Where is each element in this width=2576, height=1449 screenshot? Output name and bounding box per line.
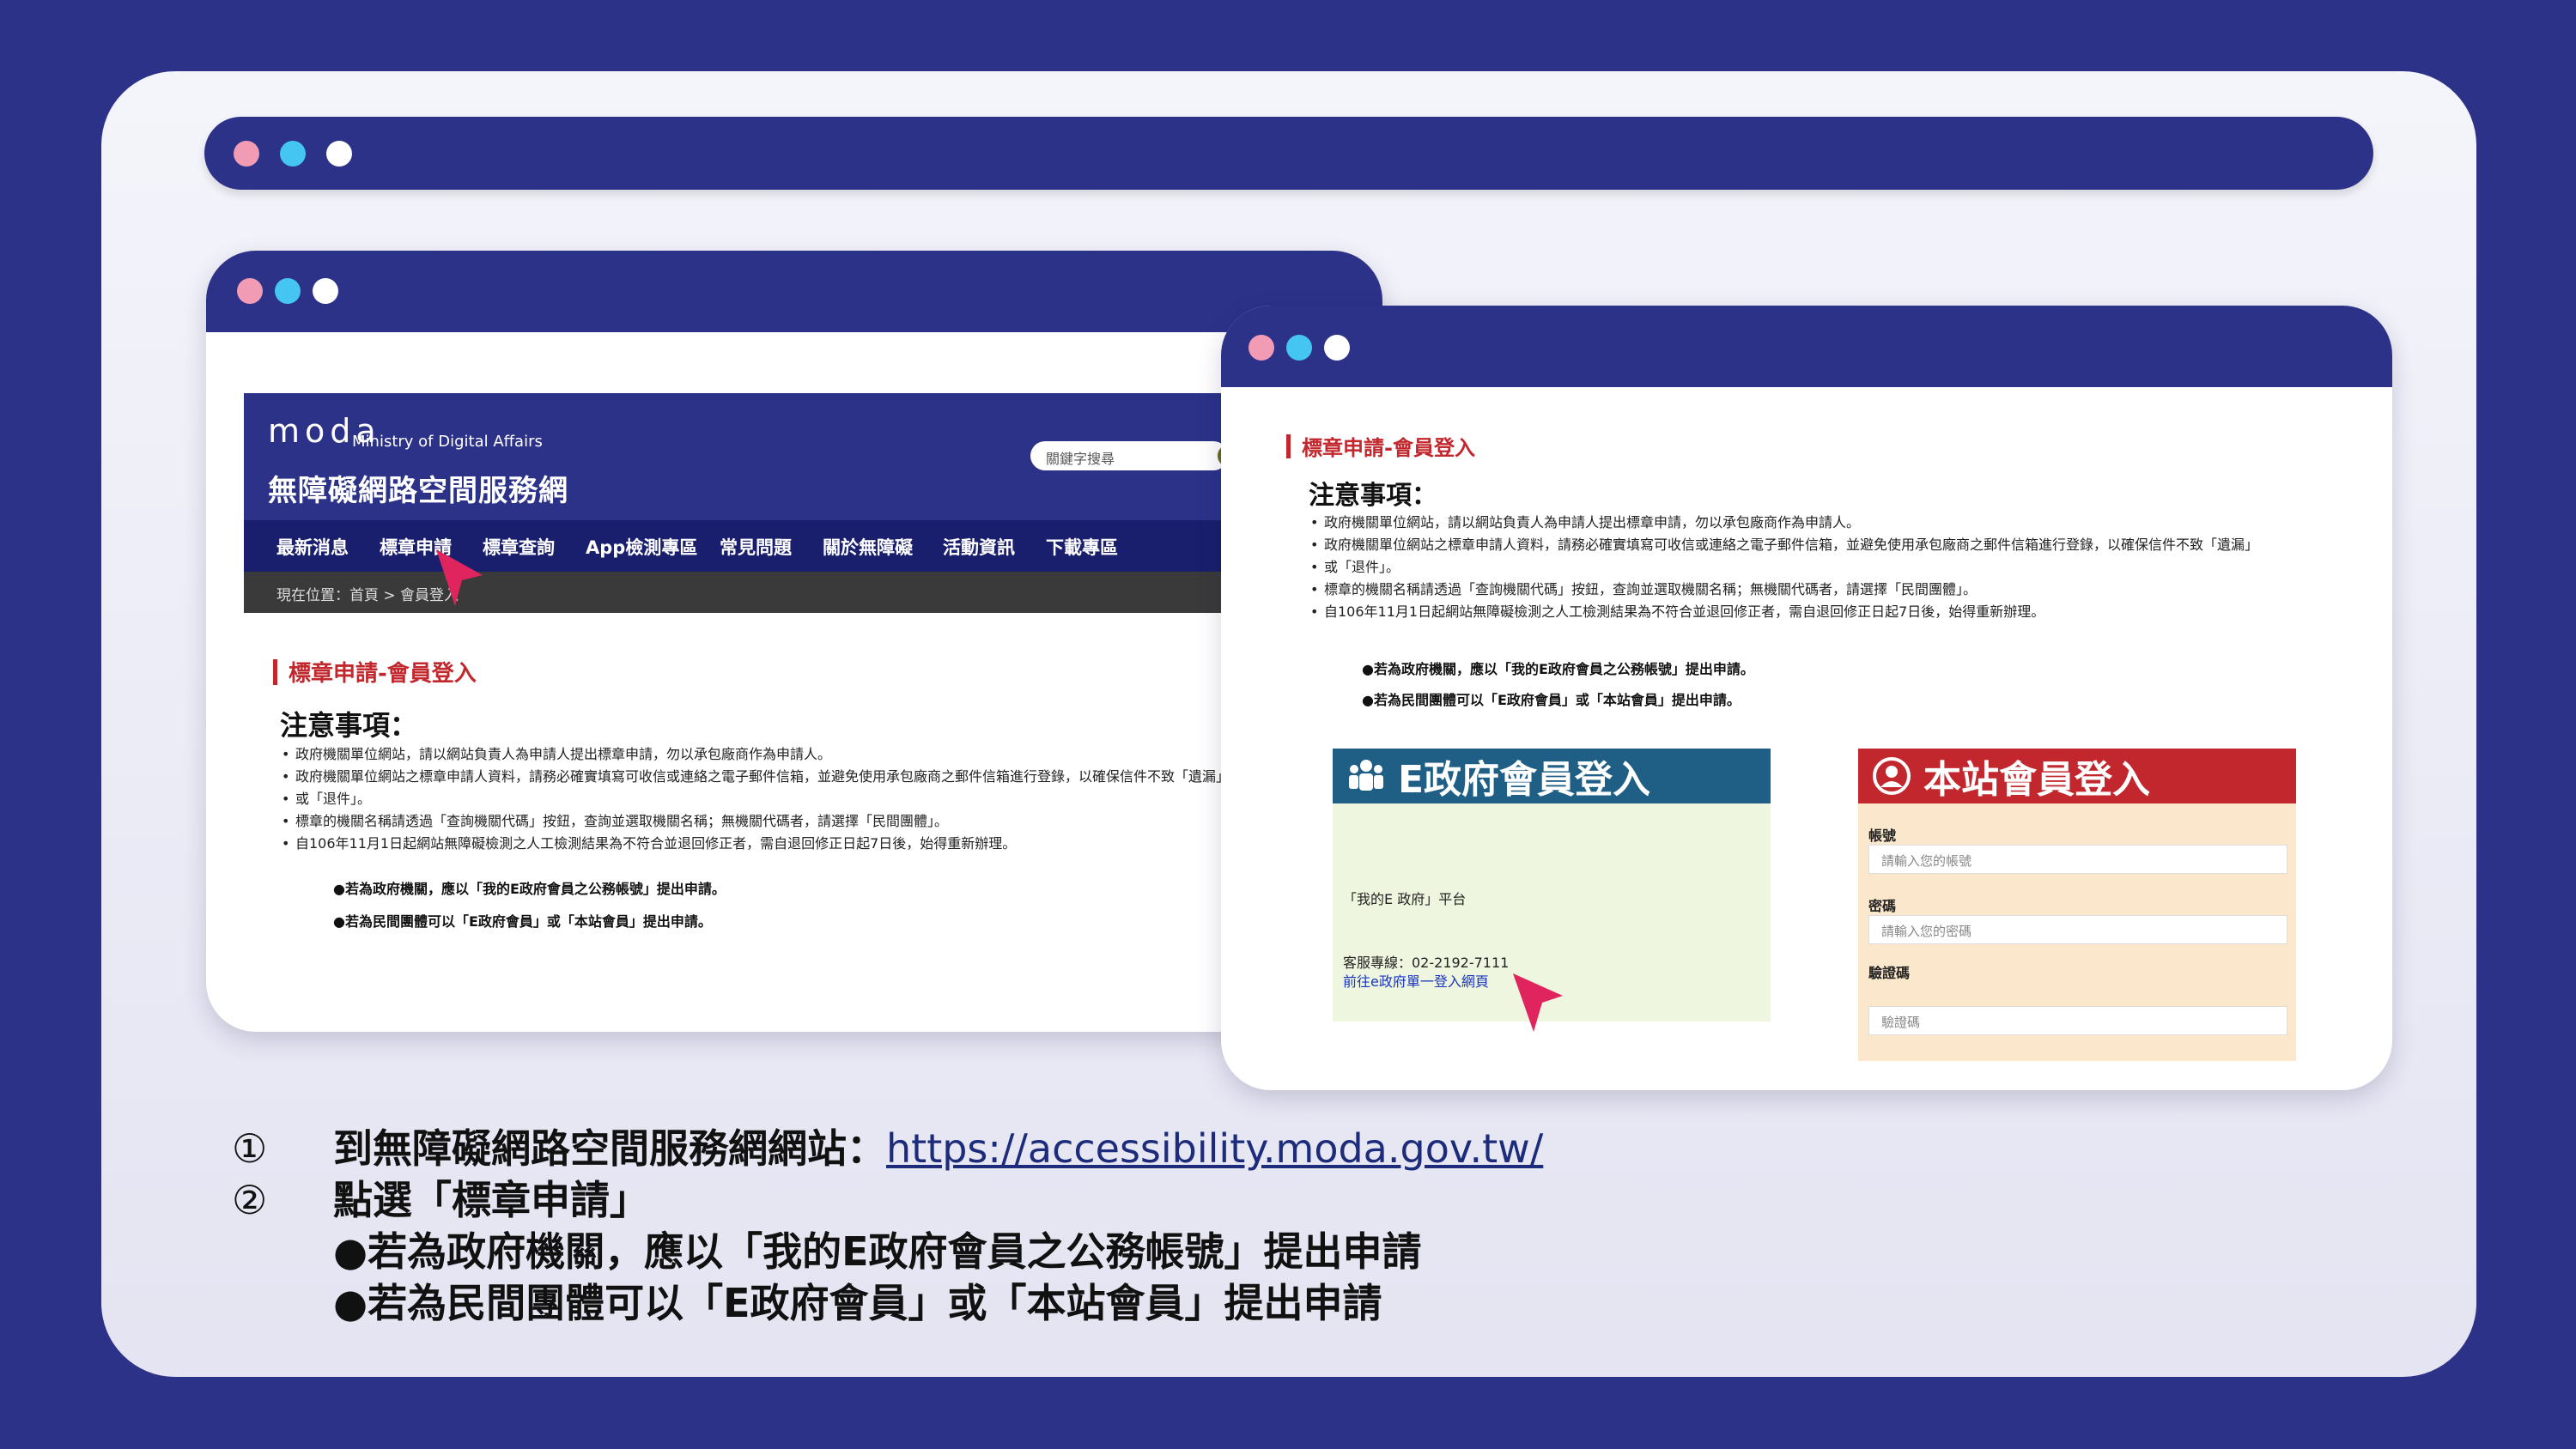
search-input[interactable]: 關鍵字搜尋: [1030, 441, 1228, 470]
window-titlebar: [1221, 306, 2392, 387]
gov-hotline: 客服專線：02-2192-7111: [1343, 955, 1510, 971]
list-item: 自106年11月1日起網站無障礙檢測之人工檢測結果為不符合並退回修正者，需自退回…: [282, 833, 1261, 855]
cursor-arrow-icon: [436, 549, 483, 606]
step1-label: 到無障礙網路空間服務網網站：: [333, 1125, 886, 1172]
gov-login-title: E政府會員登入: [1398, 758, 1651, 802]
site-title[interactable]: 無障礙網路空間服務網: [268, 467, 568, 509]
note-private: ●若為民間團體可以「E政府會員」或「本站會員」提出申請。: [333, 913, 712, 930]
site-login-panel: 本站會員登入 帳號 請輸入您的帳號 密碼 請輸入您的密碼 驗證碼 驗證碼: [1858, 749, 2296, 1061]
site-url-link[interactable]: https://accessibility.moda.gov.tw/: [886, 1125, 1543, 1172]
window-dot-pink: [237, 278, 263, 304]
window-dot-white: [313, 278, 338, 304]
window-dot-cyan: [1286, 335, 1312, 361]
notice-list: 政府機關單位網站，請以網站負責人為申請人提出標章申請，勿以承包廠商作為申請人。 …: [1310, 512, 2306, 623]
step-text: 點選「標章申請」: [333, 1177, 649, 1223]
site-header: moda Ministry of Digital Affairs 無障礙網路空間…: [244, 393, 1382, 520]
account-input[interactable]: 請輸入您的帳號: [1868, 845, 2287, 874]
site-login-header: 本站會員登入: [1858, 749, 2296, 803]
password-input[interactable]: 請輸入您的密碼: [1868, 915, 2287, 944]
nav-item-faq[interactable]: 常見問題: [720, 534, 792, 560]
nav-item-download[interactable]: 下載專區: [1046, 534, 1118, 560]
browser-window-home: moda Ministry of Digital Affairs 無障礙網路空間…: [206, 251, 1382, 1032]
notice-heading: 注意事項：: [1309, 481, 1437, 511]
gov-login-header: E政府會員登入: [1333, 749, 1771, 803]
nav-item-events[interactable]: 活動資訊: [943, 534, 1015, 560]
step-text: ●若為民間團體可以「E政府會員」或「本站會員」提出申請: [333, 1280, 1382, 1326]
list-item: 自106年11月1日起網站無障礙檢測之人工檢測結果為不符合並退回修正者，需自退回…: [1310, 601, 2306, 623]
note-gov: ●若為政府機關，應以「我的E政府會員之公務帳號」提出申請。: [333, 881, 726, 897]
captcha-label: 驗證碼: [1868, 965, 1911, 981]
section-title: 標章申請-會員登入: [273, 656, 477, 688]
nav-item-news[interactable]: 最新消息: [276, 534, 349, 560]
gov-login-link[interactable]: 前往e政府單一登入網頁: [1343, 970, 1489, 991]
nav-item-query[interactable]: 標章查詢: [483, 534, 555, 560]
list-item: 政府機關單位網站，請以網站負責人為申請人提出標章申請，勿以承包廠商作為申請人。: [282, 743, 1261, 766]
notice-list: 政府機關單位網站，請以網站負責人為申請人提出標章申請，勿以承包廠商作為申請人。 …: [282, 743, 1261, 855]
ministry-name: Ministry of Digital Affairs: [352, 433, 543, 451]
step-text: 到無障礙網路空間服務網網站：https://accessibility.moda…: [333, 1123, 1543, 1174]
people-icon: [1349, 760, 1383, 791]
browser-window-login: 標章申請-會員登入 注意事項： 政府機關單位網站，請以網站負責人為申請人提出標章…: [1221, 306, 2392, 1090]
note-gov: ●若為政府機關，應以「我的E政府會員之公務帳號」提出申請。: [1362, 661, 1754, 677]
browser-bar: [204, 117, 2373, 190]
cursor-arrow-icon: [1513, 973, 1563, 1032]
captcha-input[interactable]: 驗證碼: [1868, 1006, 2287, 1035]
window-dot-cyan: [280, 141, 306, 167]
step-text: ●若為政府機關，應以「我的E政府會員之公務帳號」提出申請: [333, 1228, 1422, 1275]
nav-item-app[interactable]: App檢測專區: [586, 534, 697, 560]
site-login-title: 本站會員登入: [1923, 758, 2150, 802]
window-dot-pink: [234, 141, 259, 167]
login-page: 標章申請-會員登入 注意事項： 政府機關單位網站，請以網站負責人為申請人提出標章…: [1273, 415, 2320, 1061]
window-titlebar: [206, 251, 1382, 332]
step-number: ①: [232, 1125, 268, 1172]
gov-platform-text: 「我的E 政府」平台: [1343, 891, 1467, 907]
note-private: ●若為民間團體可以「E政府會員」或「本站會員」提出申請。: [1362, 692, 1741, 708]
account-label: 帳號: [1868, 828, 1897, 844]
window-dot-white: [1324, 335, 1350, 361]
list-item: 標章的機關名稱請透過「查詢機關代碼」按鈕，查詢並選取機關名稱；無機關代碼者，請選…: [282, 810, 1261, 833]
list-item: 政府機關單位網站，請以網站負責人為申請人提出標章申請，勿以承包廠商作為申請人。: [1310, 512, 2306, 534]
nav-item-about[interactable]: 關於無障礙: [823, 534, 913, 560]
password-label: 密碼: [1868, 898, 1897, 914]
list-item: 或「退件」。: [1310, 556, 2306, 579]
list-item: 或「退件」。: [282, 788, 1261, 810]
list-item: 政府機關單位網站之標章申請人資料，請務必確實填寫可收信或連絡之電子郵件信箱，並避…: [1310, 534, 2306, 556]
window-dot-cyan: [275, 278, 301, 304]
section-title: 標章申請-會員登入: [1286, 431, 1475, 461]
list-item: 標章的機關名稱請透過「查詢機關代碼」按鈕，查詢並選取機關名稱；無機關代碼者，請選…: [1310, 579, 2306, 601]
step-number: ②: [232, 1177, 268, 1223]
user-icon: [1873, 757, 1911, 795]
breadcrumb: 現在位置：首頁 > 會員登入: [244, 572, 1382, 613]
main-nav: 最新消息 標章申請 標章查詢 App檢測專區 常見問題 關於無障礙 活動資訊 下…: [244, 520, 1382, 572]
window-dot-pink: [1249, 335, 1274, 361]
list-item: 政府機關單位網站之標章申請人資料，請務必確實填寫可收信或連絡之電子郵件信箱，並避…: [282, 766, 1261, 788]
window-dot-white: [326, 141, 352, 167]
notice-heading: 注意事項：: [280, 709, 418, 742]
site-page: moda Ministry of Digital Affairs 無障礙網路空間…: [244, 393, 1382, 968]
